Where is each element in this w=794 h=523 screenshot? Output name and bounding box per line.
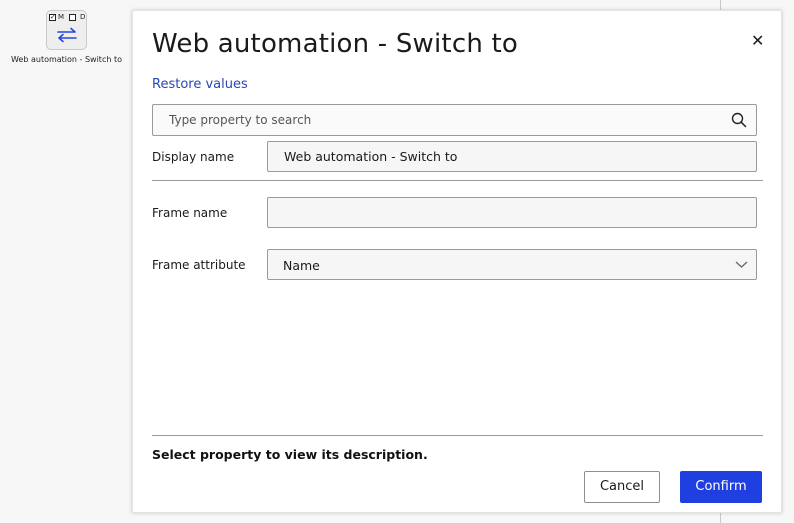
frame-attribute-select[interactable]: Name bbox=[267, 249, 757, 280]
frame-name-input[interactable] bbox=[268, 198, 756, 227]
property-search[interactable] bbox=[152, 104, 757, 136]
frame-attribute-value: Name bbox=[283, 258, 320, 273]
property-description: Select property to view its description. bbox=[152, 447, 428, 462]
node-label: Web automation - Switch to bbox=[10, 55, 122, 64]
search-input[interactable] bbox=[153, 105, 729, 135]
node-flag-d: D bbox=[80, 13, 86, 21]
chevron-down-icon[interactable] bbox=[735, 260, 748, 269]
restore-values-link[interactable]: Restore values bbox=[152, 77, 248, 92]
confirm-button[interactable]: Confirm bbox=[680, 471, 762, 503]
node-flag-m: M bbox=[58, 13, 65, 21]
description-divider bbox=[152, 435, 763, 436]
frame-attribute-label: Frame attribute bbox=[152, 258, 246, 272]
swap-arrows-icon bbox=[57, 27, 77, 43]
frame-name-label: Frame name bbox=[152, 206, 228, 220]
workflow-node[interactable]: ✓ M D bbox=[46, 10, 87, 50]
node-checkbox-d[interactable] bbox=[69, 14, 76, 21]
properties-dialog: Web automation - Switch to ✕ Restore val… bbox=[132, 10, 782, 513]
frame-name-field[interactable] bbox=[267, 197, 757, 228]
section-divider bbox=[152, 180, 763, 181]
display-name-label: Display name bbox=[152, 150, 235, 164]
display-name-field[interactable] bbox=[267, 141, 757, 172]
close-icon[interactable]: ✕ bbox=[751, 31, 764, 50]
dialog-title: Web automation - Switch to bbox=[152, 29, 518, 59]
cancel-button[interactable]: Cancel bbox=[584, 471, 660, 503]
display-name-input[interactable] bbox=[268, 142, 756, 171]
node-checkbox-m[interactable]: ✓ bbox=[49, 14, 56, 21]
search-icon[interactable] bbox=[731, 112, 747, 128]
